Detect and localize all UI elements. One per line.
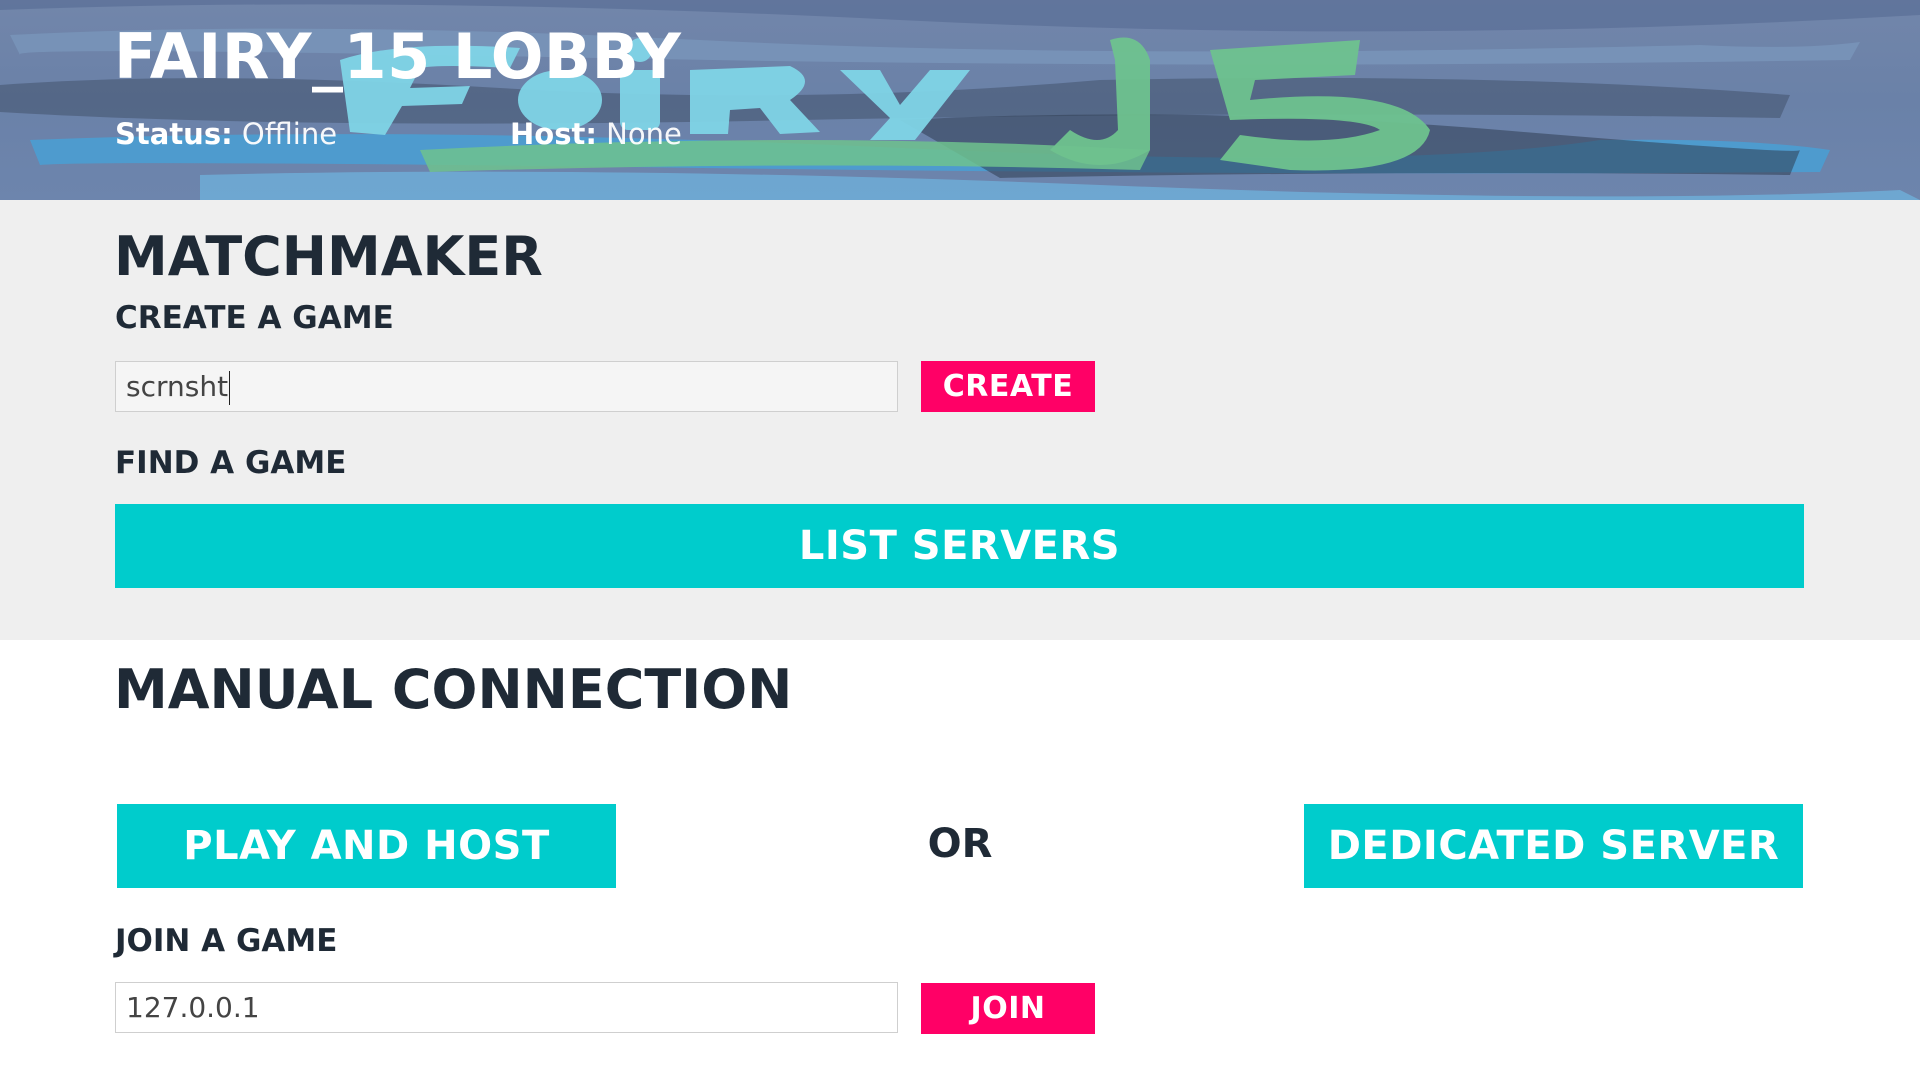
host-indicator: Host: None — [510, 117, 682, 151]
matchmaker-heading: MATCHMAKER — [114, 225, 543, 288]
find-game-heading: FIND A GAME — [115, 445, 347, 481]
manual-connection-heading: MANUAL CONNECTION — [114, 658, 793, 721]
host-label: Host: — [510, 117, 597, 151]
host-value: None — [606, 117, 682, 151]
join-button[interactable]: JOIN — [921, 983, 1095, 1034]
status-label: Status: — [115, 117, 233, 151]
game-name-input[interactable]: scrnsht — [115, 361, 898, 412]
dedicated-server-button[interactable]: DEDICATED SERVER — [1304, 804, 1803, 888]
join-game-heading: JOIN A GAME — [115, 923, 338, 959]
create-game-heading: CREATE A GAME — [115, 300, 394, 336]
status-value: Offline — [241, 117, 338, 151]
game-name-input-value: scrnsht — [126, 370, 229, 403]
create-button[interactable]: CREATE — [921, 361, 1095, 412]
list-servers-button[interactable]: LIST SERVERS — [115, 504, 1804, 588]
page-title: FAIRY_15 LOBBY — [114, 20, 682, 93]
matchmaker-section: MATCHMAKER CREATE A GAME scrnsht CREATE … — [0, 200, 1920, 640]
text-caret — [229, 371, 231, 405]
manual-connection-section: MANUAL CONNECTION PLAY AND HOST OR DEDIC… — [0, 640, 1920, 1080]
or-separator: OR — [927, 821, 993, 867]
play-and-host-button[interactable]: PLAY AND HOST — [117, 804, 616, 888]
status-indicator: Status: Offline — [115, 117, 337, 151]
ip-address-input[interactable]: 127.0.0.1 — [115, 982, 898, 1033]
header-banner: FAIRY_15 LOBBY Status: Offline Host: Non… — [0, 0, 1920, 200]
